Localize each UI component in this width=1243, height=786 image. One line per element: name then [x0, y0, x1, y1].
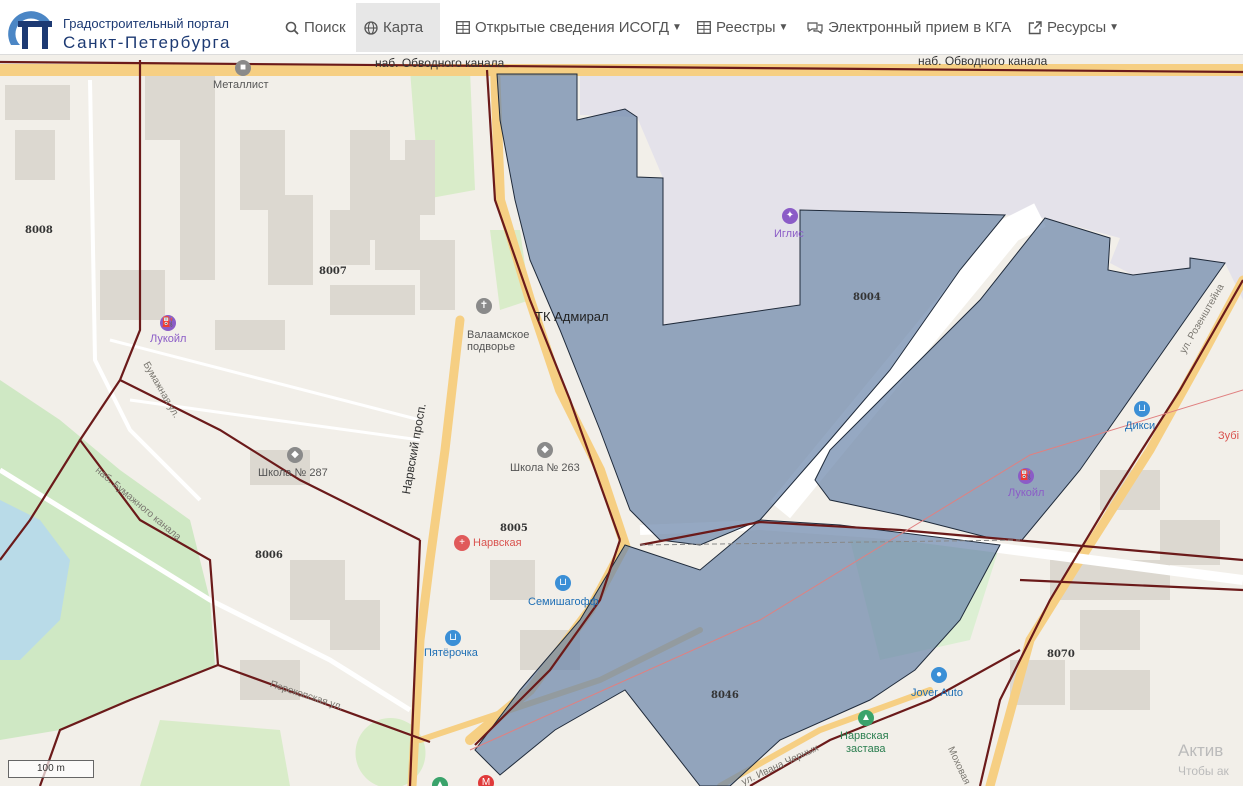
poi-label: Валаамское подворье	[467, 329, 530, 353]
poi-label: Пятёрочка	[424, 647, 478, 659]
map-canvas[interactable]: наб. Обводного канала наб. Обводного кан…	[0, 55, 1243, 786]
district-number[interactable]: 8070	[1047, 649, 1075, 661]
poi-briefcase-icon: ■	[235, 60, 251, 76]
car-service-icon: ●	[931, 667, 947, 683]
activation-watermark-sub: Чтобы ак	[1178, 764, 1229, 778]
logo-mark-icon	[8, 11, 52, 49]
poi-label: Школа № 263	[510, 462, 580, 474]
nav-registries-dropdown[interactable]: Реестры ▼	[689, 3, 796, 52]
poi-label: Нарвская	[473, 537, 522, 549]
nav-resources-dropdown[interactable]: Ресурсы ▼	[1020, 3, 1127, 52]
external-link-icon	[1028, 20, 1042, 34]
nav-registries-label: Реестры	[716, 19, 776, 36]
table-icon	[456, 21, 470, 34]
table-icon	[697, 21, 711, 34]
map-base-layer	[0, 55, 1243, 786]
poi-label: застава	[846, 743, 886, 755]
logo-title-line1: Градостроительный портал	[63, 16, 229, 31]
activation-watermark: Актив	[1178, 741, 1224, 760]
school-icon: ◆	[287, 447, 303, 463]
district-number[interactable]: 8006	[255, 550, 283, 562]
poi-label: Иглис	[774, 228, 804, 240]
poi-label: Семишагофф	[528, 596, 599, 608]
district-number[interactable]: 8007	[319, 266, 347, 278]
poi-label: Дикси	[1125, 420, 1156, 432]
poi-label: Лукойл	[1008, 487, 1045, 499]
search-icon	[285, 21, 299, 35]
nav-kga-reception[interactable]: Электронный прием в КГА	[799, 3, 1019, 52]
nav-resources-label: Ресурсы	[1047, 19, 1107, 36]
fuel-station-icon: ⛽	[1018, 468, 1034, 484]
top-navigation-bar: Градостроительный портал Санкт-Петербург…	[0, 0, 1243, 55]
nav-search[interactable]: Поиск	[277, 3, 354, 52]
monument-icon: ▲	[432, 777, 448, 786]
poi-label: Jover Auto	[911, 687, 963, 699]
nav-kga-label: Электронный прием в КГА	[828, 19, 1012, 36]
globe-icon	[364, 20, 378, 35]
district-number[interactable]: 8005	[500, 523, 528, 535]
shopping-basket-icon: ⊔	[555, 575, 571, 591]
entertainment-icon: ✦	[782, 208, 798, 224]
metro-icon: M	[478, 775, 494, 786]
nav-map-label: Карта	[383, 19, 424, 36]
shopping-basket-icon: ⊔	[1134, 401, 1150, 417]
monument-icon: ▲	[858, 710, 874, 726]
nav-isogd-dropdown[interactable]: Открытые сведения ИСОГД ▼	[448, 3, 690, 52]
church-icon: ✝	[476, 298, 492, 314]
caret-down-icon: ▼	[1109, 22, 1120, 33]
portal-logo[interactable]: Градостроительный портал Санкт-Петербург…	[8, 5, 253, 52]
district-number[interactable]: 8046	[711, 690, 739, 702]
map-scale-bar: 100 m	[8, 760, 94, 778]
fuel-station-icon: ⛽	[160, 315, 176, 331]
poi-label: Лукойл	[150, 333, 187, 345]
poi-label: Металлист	[213, 79, 269, 91]
poi-label: Нарвская	[840, 730, 889, 742]
poi-label: Школа № 287	[258, 467, 328, 479]
school-icon: ◆	[537, 442, 553, 458]
logo-title-line2: Санкт-Петербурга	[63, 33, 232, 52]
medical-cross-icon: +	[454, 535, 470, 551]
district-number[interactable]: 8008	[25, 225, 53, 237]
nav-search-label: Поиск	[304, 19, 346, 36]
shopping-basket-icon: ⊔	[445, 630, 461, 646]
poi-label: Зубі	[1218, 430, 1240, 442]
nav-isogd-label: Открытые сведения ИСОГД	[475, 19, 669, 36]
street-label: наб. Обводного канала	[918, 55, 1048, 68]
street-label: наб. Обводного канала	[375, 56, 505, 70]
comments-icon	[807, 22, 823, 34]
district-number[interactable]: 8004	[853, 292, 881, 304]
nav-map[interactable]: Карта	[356, 3, 440, 52]
caret-down-icon: ▼	[778, 22, 789, 33]
caret-down-icon: ▼	[671, 22, 682, 33]
poi-label: ТК Адмирал	[535, 309, 609, 324]
